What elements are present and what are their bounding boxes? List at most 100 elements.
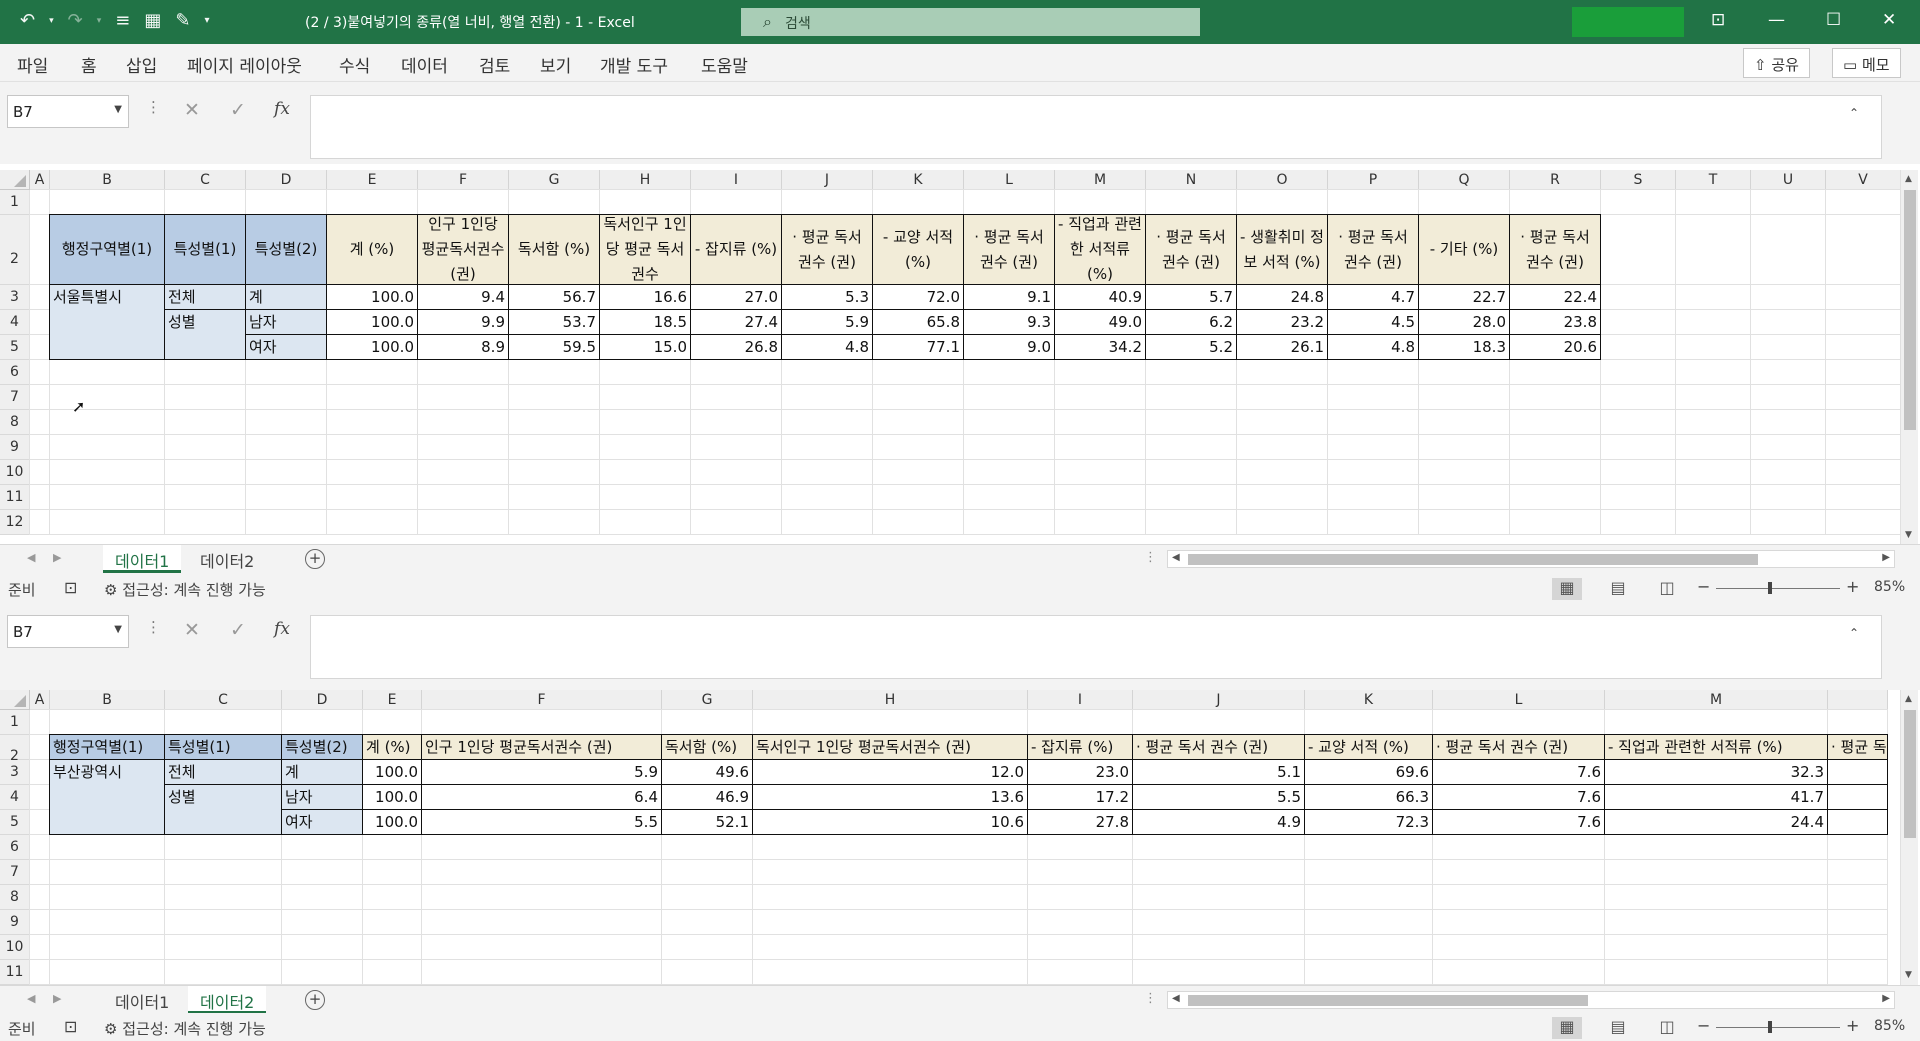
value-cell[interactable]: 9.4 (417, 284, 509, 310)
menu-review[interactable]: 검토 (479, 52, 510, 77)
tab-data1[interactable]: 데이터1 (103, 545, 182, 573)
column-header[interactable]: D (282, 690, 363, 710)
value-cell[interactable]: 9.1 (963, 284, 1055, 310)
row-header[interactable]: 6 (0, 360, 30, 385)
value-cell[interactable]: 4.8 (781, 334, 873, 360)
row-header[interactable]: 8 (0, 885, 30, 910)
column-header[interactable]: I (691, 170, 782, 190)
enter-icon[interactable]: ✓ (214, 92, 262, 130)
column-header[interactable]: Q (1419, 170, 1510, 190)
column-title-cell[interactable]: - 직업과 관련한 서적류 (%) (1054, 214, 1146, 285)
value-cell[interactable]: 5.3 (781, 284, 873, 310)
close-button[interactable]: ✕ (1882, 10, 1896, 30)
value-cell[interactable]: 24.8 (1236, 284, 1328, 310)
value-cell[interactable]: 22.4 (1509, 284, 1601, 310)
ribbon-display-icon[interactable]: ⊡ (1711, 10, 1725, 30)
menu-developer[interactable]: 개발 도구 (600, 52, 668, 77)
value-cell[interactable]: 26.1 (1236, 334, 1328, 360)
row-header[interactable]: 1 (0, 190, 30, 215)
value-cell[interactable]: 28.0 (1418, 309, 1510, 335)
accessibility-status[interactable]: ⚙ 접근성: 계속 진행 가능 (104, 1018, 266, 1039)
row-header[interactable]: 10 (0, 935, 30, 960)
column-title-cell[interactable]: · 평균 독 (1827, 734, 1888, 760)
value-cell[interactable]: 100.0 (362, 809, 422, 835)
name-box-2[interactable]: B7 ▼ (7, 615, 129, 648)
column-header[interactable]: D (246, 170, 327, 190)
collapse-formula-icon[interactable]: ⌃ (1849, 106, 1859, 120)
column-header[interactable]: I (1028, 690, 1133, 710)
row-header[interactable]: 1 (0, 710, 30, 735)
value-cell[interactable]: 77.1 (872, 334, 964, 360)
row-header[interactable]: 5 (0, 810, 30, 835)
scroll-up-icon[interactable]: ▲ (1905, 174, 1912, 184)
column-header[interactable]: M (1605, 690, 1828, 710)
value-cell[interactable]: 5.2 (1145, 334, 1237, 360)
column-header[interactable]: U (1751, 170, 1826, 190)
column-header[interactable]: J (782, 170, 873, 190)
value-cell[interactable]: 5.5 (1132, 784, 1305, 810)
scroll-thumb[interactable] (1904, 190, 1916, 430)
column-title-cell[interactable]: - 잡지류 (%) (690, 214, 782, 285)
row-header[interactable]: 10 (0, 460, 30, 485)
vertical-scrollbar-2[interactable]: ▲ ▼ (1900, 690, 1918, 986)
value-cell[interactable]: 23.2 (1236, 309, 1328, 335)
row-header[interactable]: 2 (0, 735, 30, 764)
select-all-corner[interactable] (0, 170, 30, 190)
value-cell[interactable]: 49.6 (661, 759, 753, 785)
customize-qat-icon[interactable]: ▾ (204, 10, 209, 31)
more-vert-icon[interactable]: ⋮ (146, 98, 161, 116)
column-header[interactable]: G (509, 170, 600, 190)
column-title-cell[interactable]: 특성별(1) (164, 214, 246, 285)
more-vert-icon[interactable]: ⋮ (1144, 991, 1157, 1006)
account-area[interactable] (1572, 7, 1684, 37)
row-header[interactable]: 6 (0, 835, 30, 860)
menu-help[interactable]: 도움말 (701, 52, 748, 77)
value-cell[interactable]: 23.0 (1027, 759, 1133, 785)
value-cell[interactable]: 18.3 (1418, 334, 1510, 360)
row-header[interactable]: 9 (0, 435, 30, 460)
column-title-cell[interactable]: · 평균 독서 권수 (권) (1509, 214, 1601, 285)
value-cell[interactable]: 7.6 (1432, 759, 1605, 785)
value-cell[interactable]: 69.6 (1304, 759, 1433, 785)
value-cell[interactable]: 72.3 (1304, 809, 1433, 835)
region-cell[interactable]: 부산광역시 (49, 759, 165, 835)
value-cell[interactable]: 100.0 (362, 759, 422, 785)
tab-data2[interactable]: 데이터2 (188, 545, 266, 573)
column-header[interactable]: F (422, 690, 662, 710)
value-cell[interactable]: 66.3 (1304, 784, 1433, 810)
zoom-out-icon[interactable]: − (1697, 577, 1710, 596)
value-cell[interactable]: 7.6 (1432, 784, 1605, 810)
select-all-corner[interactable] (0, 690, 30, 710)
name-box-1[interactable]: B7 ▼ (7, 95, 129, 128)
value-cell[interactable]: 4.5 (1327, 309, 1419, 335)
sheet-grid-1[interactable]: A B C D E F G H I J K L M N O P Q R S T U V 1 2 3 4 5 6 7 8 9 10 11 12 행정구… (0, 170, 1920, 545)
column-title-cell[interactable]: 독서함 (%) (661, 734, 753, 760)
value-cell[interactable]: 5.1 (1132, 759, 1305, 785)
row-header[interactable]: 12 (0, 510, 30, 535)
column-title-cell[interactable]: 계 (%) (326, 214, 418, 285)
value-cell[interactable]: 9.3 (963, 309, 1055, 335)
value-cell[interactable]: 41.7 (1604, 784, 1828, 810)
enter-icon[interactable]: ✓ (214, 612, 262, 650)
page-layout-view-icon[interactable]: ▤ (1603, 1017, 1633, 1039)
column-title-cell[interactable]: - 직업과 관련한 서적류 (%) (1604, 734, 1828, 760)
category2-cell[interactable]: 남자 (281, 784, 363, 810)
normal-view-icon[interactable]: ▦ (1552, 1017, 1582, 1039)
menu-formulas[interactable]: 수식 (339, 52, 370, 77)
zoom-slider[interactable] (1716, 1027, 1840, 1028)
value-cell[interactable]: 15.0 (599, 334, 691, 360)
category2-cell[interactable]: 여자 (281, 809, 363, 835)
scroll-right-icon[interactable]: ▶ (1882, 993, 1890, 1004)
zoom-slider-knob[interactable] (1768, 582, 1772, 594)
scroll-thumb[interactable] (1188, 554, 1758, 565)
value-cell[interactable]: 100.0 (326, 309, 418, 335)
row-header[interactable]: 11 (0, 960, 30, 985)
category2-cell[interactable]: 계 (245, 284, 327, 310)
row-header[interactable]: 2 (0, 215, 30, 285)
formula-bar-1[interactable]: ⌃ (310, 95, 1882, 159)
column-header[interactable]: P (1328, 170, 1419, 190)
menu-data[interactable]: 데이터 (401, 52, 448, 77)
column-title-cell[interactable]: 행정구역별(1) (49, 214, 165, 285)
category2-cell[interactable]: 남자 (245, 309, 327, 335)
value-cell[interactable]: 4.8 (1327, 334, 1419, 360)
